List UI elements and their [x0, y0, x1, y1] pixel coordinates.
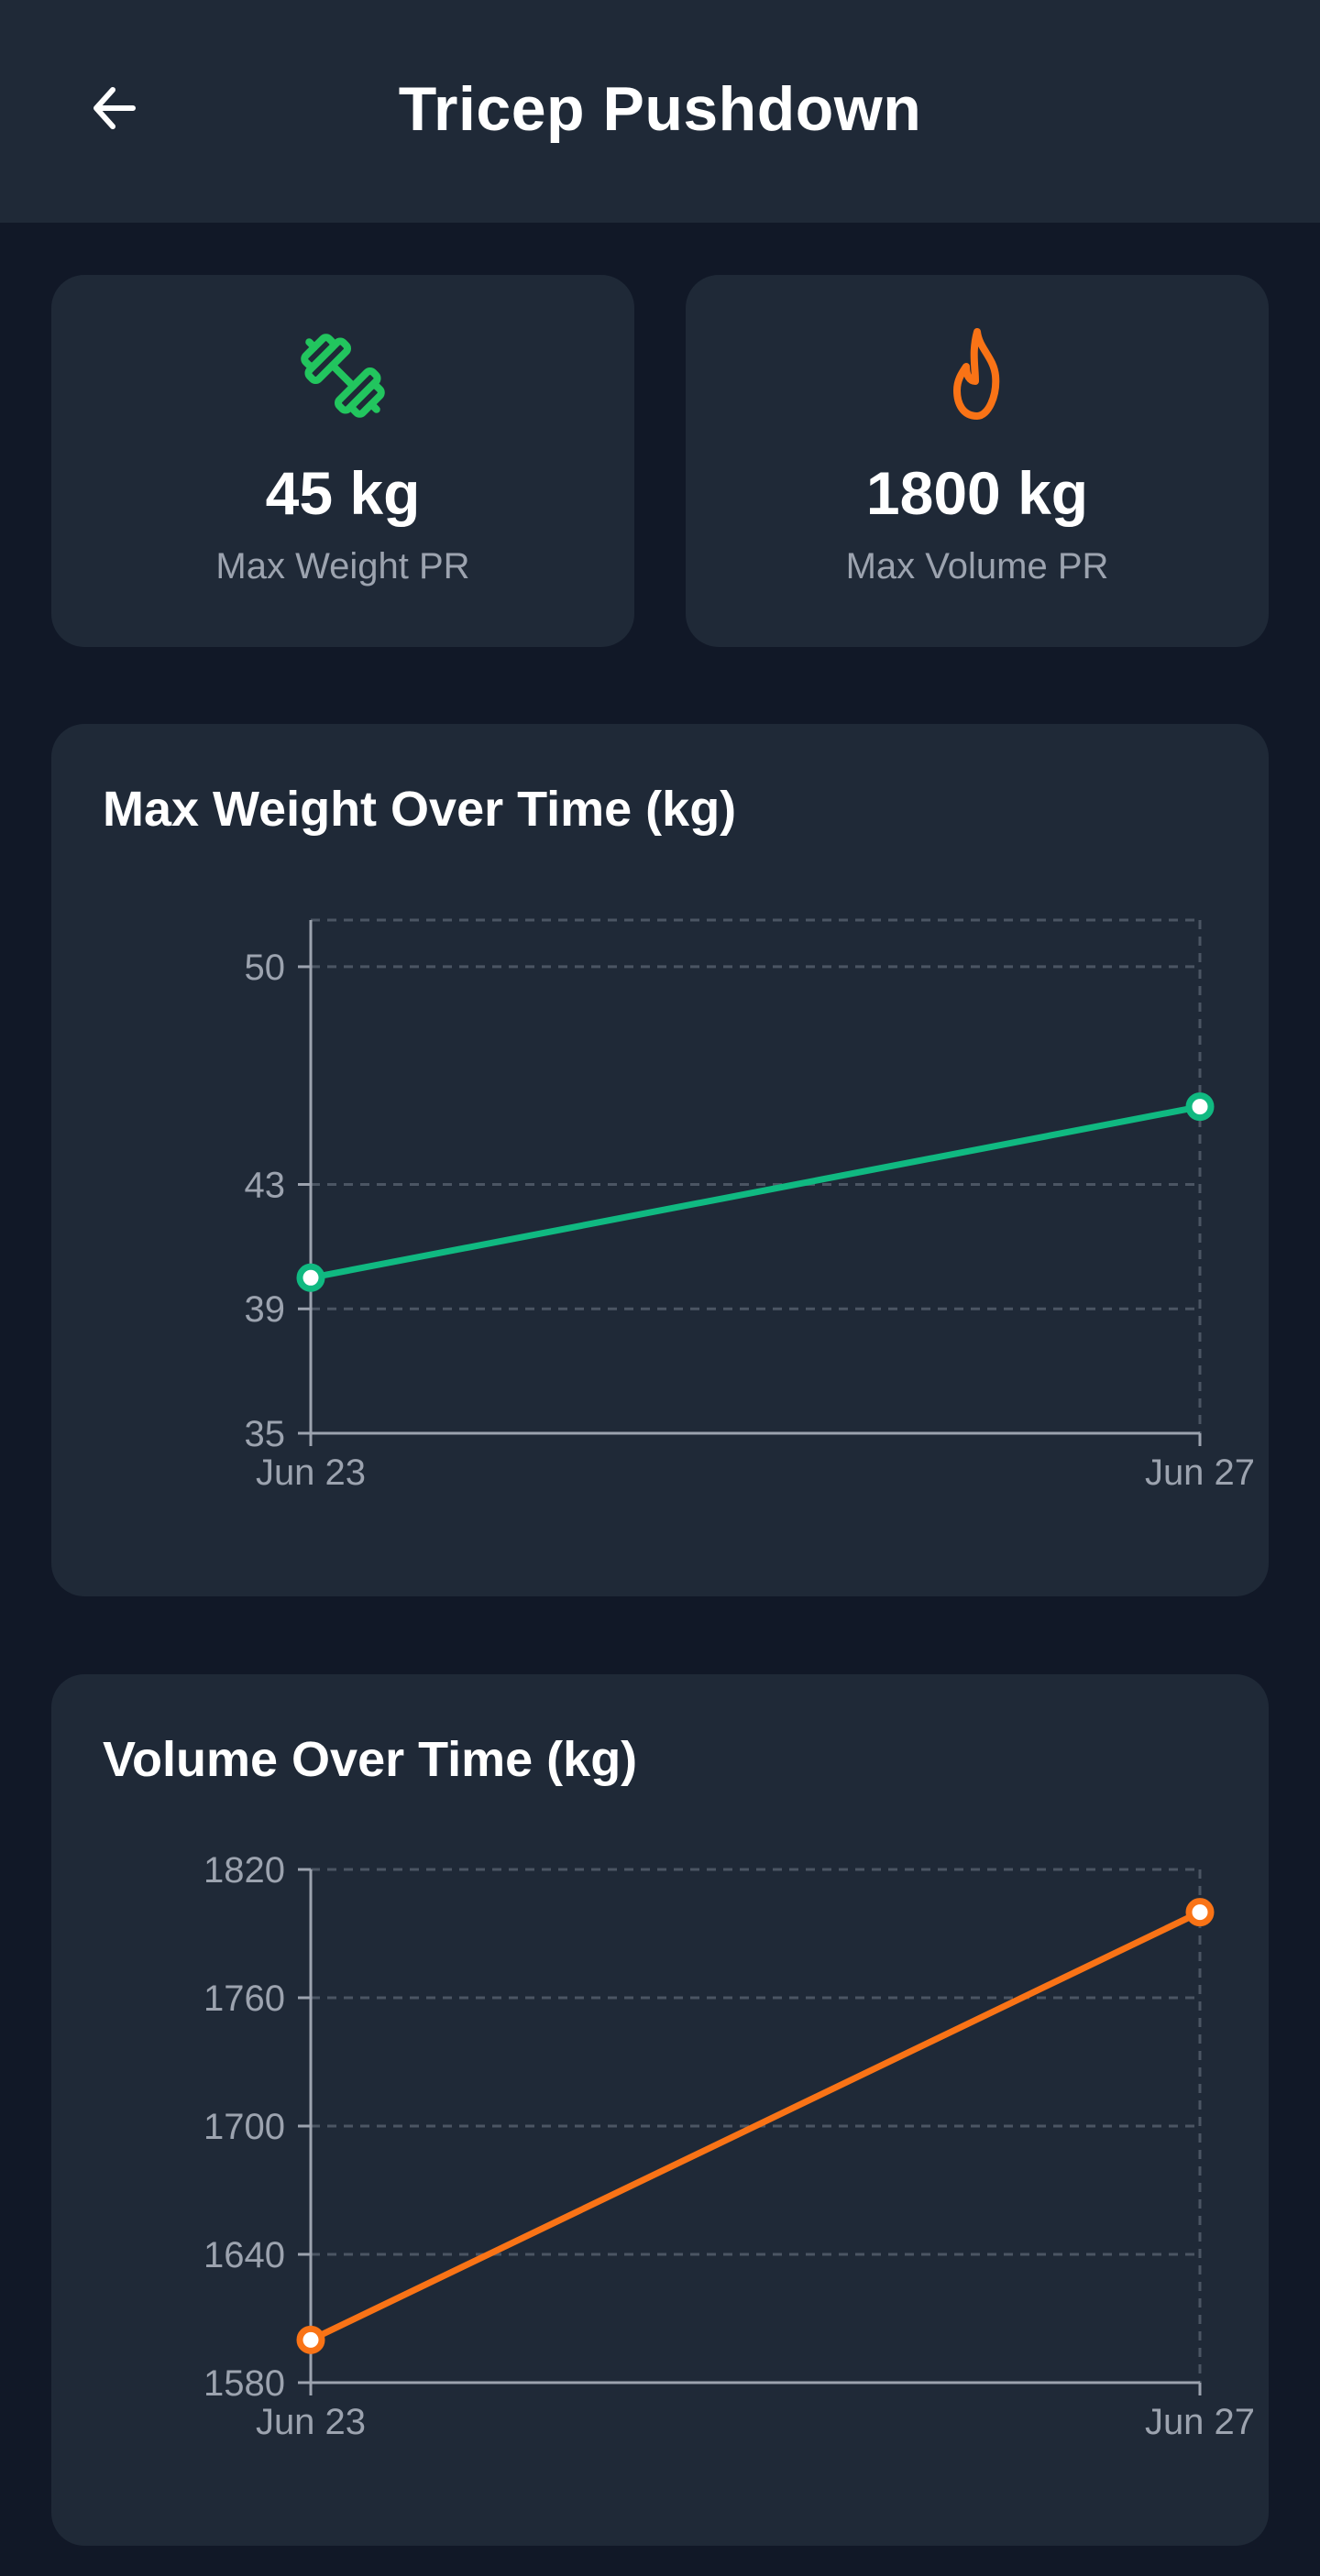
max-weight-pr-card: 45 kg Max Weight PR — [51, 275, 634, 647]
max-weight-y-tick-label: 50 — [245, 948, 286, 988]
max-weight-pr-label: Max Weight PR — [215, 546, 470, 586]
volume-chart-card: Volume Over Time (kg) 1580 1640 1700 1760 18… — [51, 1674, 1269, 2546]
page-title: Tricep Pushdown — [398, 73, 922, 144]
volume-y-tick-label: 1580 — [204, 2363, 285, 2404]
volume-y-tick-label: 1700 — [204, 2107, 285, 2147]
volume-line-chart: 1580 1640 1700 1760 1820 Jun 23 Jun 27 — [204, 1850, 1255, 2442]
max-volume-pr-label: Max Volume PR — [845, 546, 1109, 586]
volume-y-tick-label: 1820 — [204, 1850, 285, 1891]
volume-data-point — [296, 2325, 325, 2354]
max-weight-y-tick-label: 39 — [245, 1289, 286, 1330]
max-weight-y-tick-label: 43 — [245, 1165, 286, 1205]
max-weight-data-point — [1185, 1092, 1215, 1122]
max-weight-chart-card: Max Weight Over Time (kg) 35 39 43 50 Jun 23… — [51, 724, 1269, 1596]
volume-data-point — [1185, 1898, 1215, 1927]
app-header: Tricep Pushdown — [0, 0, 1320, 223]
max-volume-pr-value: 1800 kg — [865, 459, 1089, 527]
max-weight-data-point — [296, 1263, 325, 1292]
volume-x-tick-label: Jun 23 — [256, 2402, 366, 2442]
max-weight-y-tick-label: 35 — [245, 1414, 286, 1454]
max-weight-line-chart: 35 39 43 50 Jun 23 Jun 27 — [245, 918, 1255, 1493]
volume-y-tick-label: 1760 — [204, 1979, 285, 2019]
dumbbell-icon — [301, 334, 385, 418]
max-weight-series-line — [307, 1103, 1204, 1281]
max-weight-x-tick-label: Jun 27 — [1145, 1452, 1255, 1493]
max-weight-x-tick-label: Jun 23 — [256, 1452, 366, 1493]
flame-icon — [953, 328, 1000, 420]
max-weight-pr-value: 45 kg — [265, 459, 421, 527]
volume-x-tick-label: Jun 27 — [1145, 2402, 1255, 2442]
volume-y-tick-label: 1640 — [204, 2235, 285, 2275]
max-volume-pr-card: 1800 kg Max Volume PR — [686, 275, 1269, 647]
